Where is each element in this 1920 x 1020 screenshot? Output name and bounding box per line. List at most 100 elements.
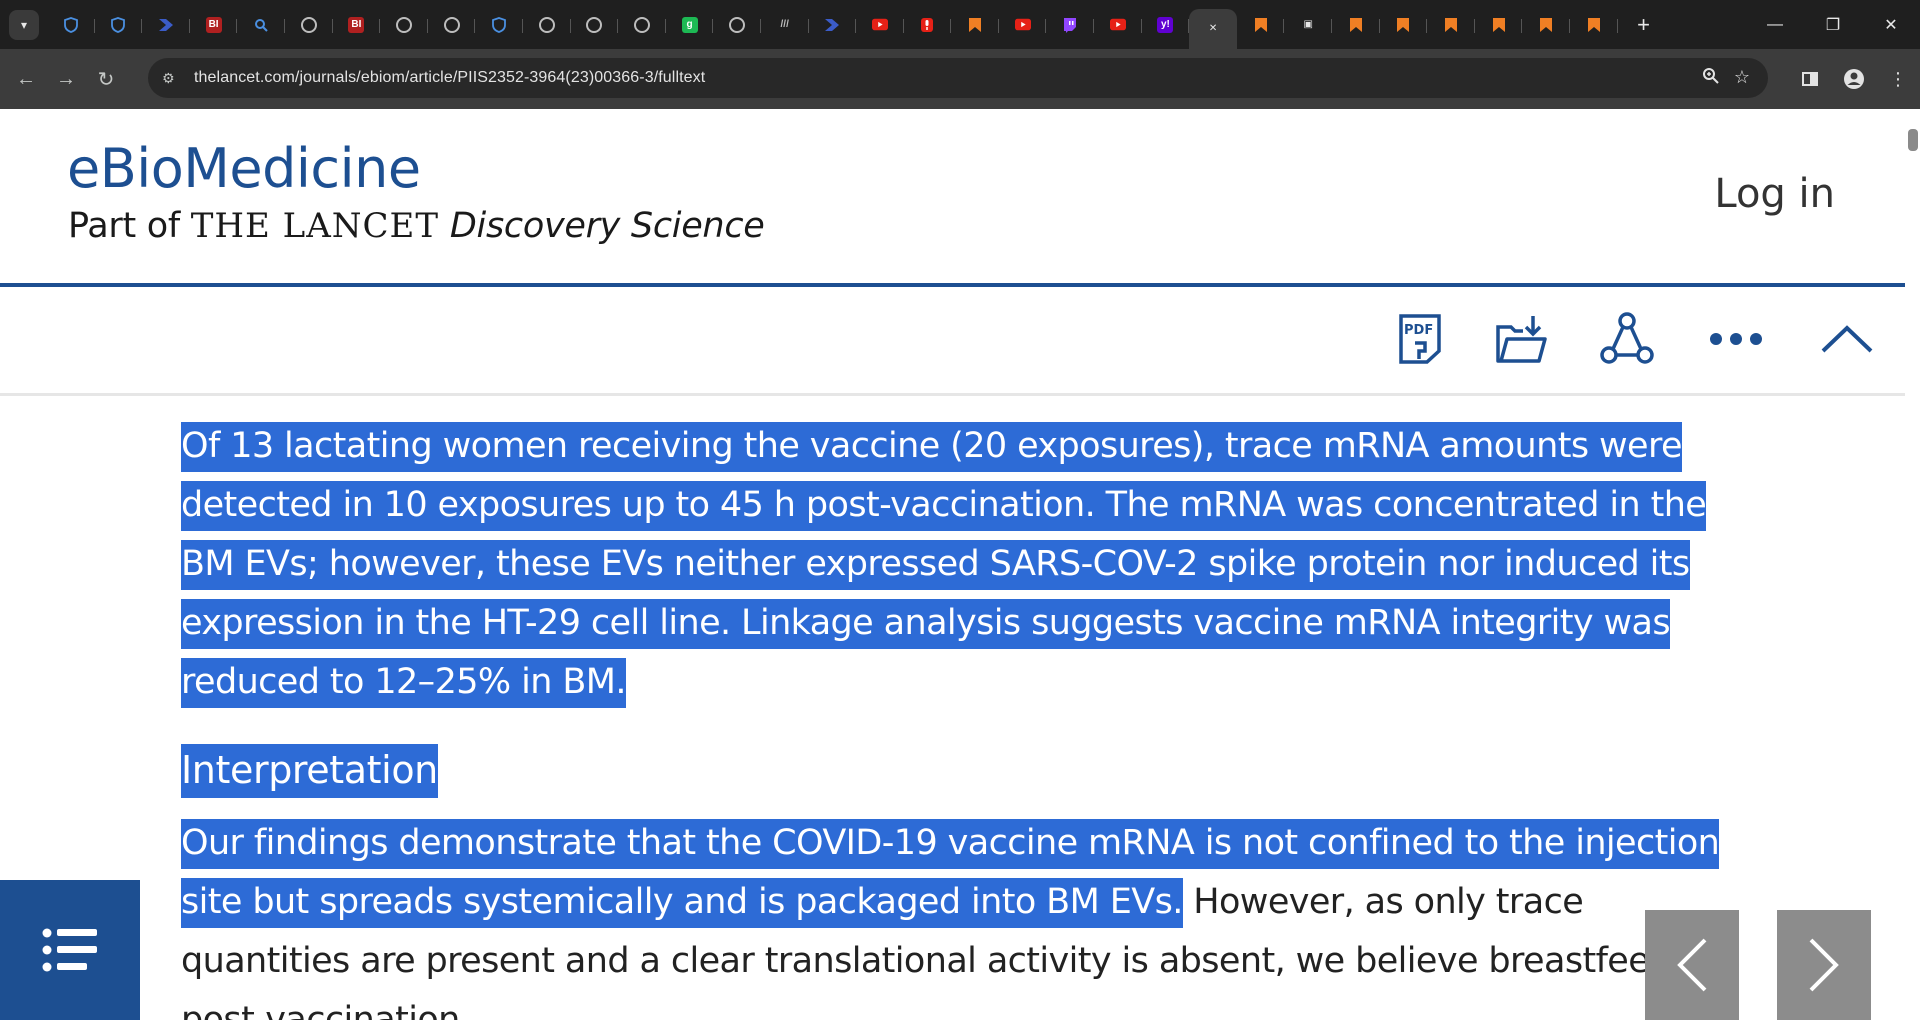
globe-favicon [395, 16, 412, 33]
selected-heading[interactable]: Interpretation [181, 744, 438, 798]
web-page: eBioMedicine Part of THE LANCET Discover… [0, 109, 1905, 1020]
selected-text[interactable]: Of 13 lactating women receiving the vacc… [181, 422, 1707, 708]
browser-tab[interactable] [142, 8, 190, 42]
tab-strip: ▾ BI BI g /// y! ✕ ▣ + — ❐ ✕ [0, 0, 1920, 49]
scrollbar-thumb[interactable] [1908, 129, 1918, 151]
browser-tab[interactable] [475, 8, 523, 42]
browser-tab[interactable] [1475, 8, 1523, 42]
pdf-icon: PDF [1399, 314, 1441, 364]
back-button[interactable]: ← [6, 59, 46, 99]
forward-button[interactable]: → [46, 59, 86, 99]
save-to-folder-button[interactable] [1491, 309, 1551, 369]
browser-tab[interactable] [1570, 8, 1618, 42]
bi-favicon: BI [348, 16, 365, 33]
browser-tab[interactable] [904, 8, 952, 42]
browser-tab[interactable] [1237, 8, 1285, 42]
youtube-favicon [1109, 17, 1126, 33]
browser-tab[interactable]: y! [1142, 8, 1190, 42]
share-button[interactable] [1597, 309, 1657, 369]
address-bar[interactable]: ⚙ thelancet.com/journals/ebiom/article/P… [148, 58, 1768, 98]
table-of-contents-button[interactable] [0, 880, 140, 1020]
share-network-icon [1600, 312, 1654, 364]
reload-button[interactable]: ↻ [86, 59, 126, 99]
browser-tab[interactable] [95, 8, 143, 42]
browser-tab[interactable] [618, 8, 666, 42]
globe-favicon [586, 16, 603, 33]
more-options-button[interactable] [1706, 309, 1766, 369]
page-scrollbar[interactable] [1905, 109, 1920, 1020]
browser-tab[interactable] [1427, 8, 1475, 42]
menu-kebab-icon[interactable]: ⋮ [1876, 69, 1920, 90]
site-logo-subtitle: Part of THE LANCET Discovery Science [68, 206, 765, 246]
chevron-up-icon [1821, 325, 1873, 353]
folder-download-icon [1496, 316, 1547, 363]
browser-tab[interactable] [1094, 8, 1142, 42]
browser-tab[interactable] [237, 8, 285, 42]
bookmark-favicon [1443, 17, 1459, 33]
browser-tab[interactable] [428, 8, 476, 42]
browser-tab[interactable] [809, 8, 857, 42]
chevron-left-icon [1677, 938, 1707, 992]
bi-favicon: BI [205, 16, 222, 33]
mic-favicon [919, 17, 935, 33]
yahoo-favicon: y! [1157, 16, 1174, 33]
browser-tab[interactable] [951, 8, 999, 42]
new-tab-button[interactable]: + [1630, 12, 1658, 38]
more-dots-icon [1710, 333, 1762, 345]
browser-tab[interactable] [999, 8, 1047, 42]
bookmark-favicon [1491, 17, 1507, 33]
browser-tab[interactable] [47, 8, 95, 42]
g-favicon: g [681, 16, 698, 33]
next-article-button[interactable] [1777, 910, 1871, 1020]
reload-icon: ↻ [97, 68, 115, 91]
globe-favicon [538, 16, 555, 33]
tab-search-button[interactable]: ▾ [9, 9, 39, 40]
article-body: Of 13 lactating women receiving the vacc… [181, 417, 1741, 1020]
arrow-left-icon: ← [16, 67, 36, 90]
browser-tab[interactable] [713, 8, 761, 42]
browser-tab[interactable]: BI [190, 8, 238, 42]
url-text[interactable]: thelancet.com/journals/ebiom/article/PII… [194, 69, 705, 87]
previous-article-button[interactable] [1645, 910, 1739, 1020]
minimize-button[interactable]: — [1746, 0, 1804, 49]
browser-tab[interactable]: ▣ [1284, 8, 1332, 42]
bookmark-favicon [1586, 17, 1602, 33]
browser-tab[interactable] [523, 8, 571, 42]
browser-tab[interactable]: g [666, 8, 714, 42]
login-link[interactable]: Log in [1714, 171, 1835, 217]
browser-tab[interactable] [856, 8, 904, 42]
omnibox-actions: ☆ [1702, 67, 1750, 90]
browser-tab[interactable] [571, 8, 619, 42]
bookmark-favicon [1348, 17, 1364, 33]
chevron-down-icon: ▾ [20, 17, 28, 32]
browser-tab[interactable] [380, 8, 428, 42]
browser-toolbar: ← → ↻ ⚙ thelancet.com/journals/ebiom/art… [0, 49, 1920, 109]
pdf-download-button[interactable]: PDF [1390, 309, 1450, 369]
collapse-toolbar-button[interactable] [1817, 309, 1877, 369]
profile-icon[interactable] [1832, 68, 1876, 90]
arrow-favicon [158, 17, 174, 33]
close-icon[interactable]: ✕ [1205, 21, 1221, 37]
side-panel-icon[interactable] [1788, 70, 1832, 88]
browser-tab[interactable]: BI [333, 8, 381, 42]
subtitle-lancet: THE LANCET [190, 206, 440, 246]
browser-tab[interactable]: /// [761, 8, 809, 42]
close-window-button[interactable]: ✕ [1862, 0, 1920, 49]
search-favicon [253, 17, 269, 33]
interpretation-paragraph: Our findings demonstrate that the COVID-… [181, 814, 1741, 1020]
browser-tab[interactable] [285, 8, 333, 42]
youtube-favicon [871, 17, 888, 33]
bookmark-star-icon[interactable]: ☆ [1734, 67, 1750, 90]
browser-tab[interactable] [1380, 8, 1428, 42]
zoom-icon[interactable] [1702, 67, 1720, 90]
globe-favicon [633, 16, 650, 33]
browser-tab[interactable]: ✕ [1189, 9, 1237, 49]
restore-button[interactable]: ❐ [1804, 0, 1862, 49]
site-logo-title[interactable]: eBioMedicine [67, 137, 421, 200]
browser-tab[interactable] [1332, 8, 1380, 42]
bookmark-favicon [967, 17, 983, 33]
site-info-icon[interactable]: ⚙ [162, 70, 184, 87]
browser-tab[interactable] [1046, 8, 1094, 42]
browser-tab[interactable] [1522, 8, 1570, 42]
globe-favicon [300, 16, 317, 33]
